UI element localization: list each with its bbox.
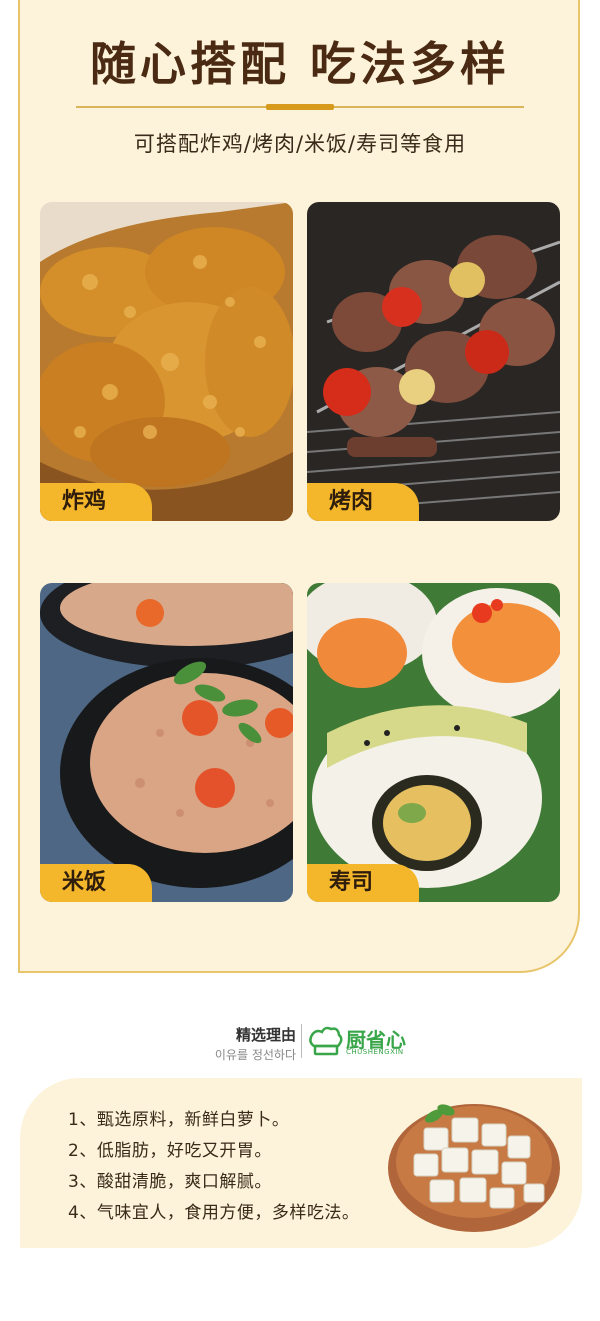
reason-item: 3、酸甜清脆，爽口解腻。 xyxy=(68,1172,272,1192)
food-tag-sushi: 寿司 xyxy=(307,864,419,902)
food-card-fried-chicken: 炸鸡 xyxy=(40,202,293,521)
bbq-skewers-photo xyxy=(307,202,560,521)
food-card-sushi: 寿司 xyxy=(307,583,560,902)
reason-item: 1、甄选原料，新鲜白萝卜。 xyxy=(68,1110,290,1130)
food-card-rice: 米饭 xyxy=(40,583,293,902)
chef-hat-logo-icon xyxy=(309,1026,343,1056)
section-label: 精选理由 xyxy=(235,1026,296,1044)
fried-chicken-photo xyxy=(40,202,293,521)
food-tag-rice: 米饭 xyxy=(40,864,152,902)
food-card-bbq: 烤肉 xyxy=(307,202,560,521)
food-tag-fried-chicken: 炸鸡 xyxy=(40,483,152,521)
food-tag-bbq: 烤肉 xyxy=(307,483,419,521)
brand-name-en: CHUSHENGXIN xyxy=(346,1048,404,1056)
reason-list: 1、甄选原料，新鲜白萝卜。 2、低脂肪，好吃又开胃。 3、酸甜清脆，爽口解腻。 … xyxy=(68,1106,359,1230)
title-divider-accent xyxy=(266,104,334,110)
brand-separator xyxy=(301,1024,302,1058)
sushi-rolls-photo xyxy=(307,583,560,902)
reason-item: 2、低脂肪，好吃又开胃。 xyxy=(68,1141,272,1161)
radish-bowl-photo xyxy=(388,1104,560,1232)
page-subtitle: 可搭配炸鸡/烤肉/米饭/寿司等食用 xyxy=(133,132,467,156)
page-title: 随心搭配 吃法多样 xyxy=(89,37,510,91)
section-sublabel: 이유를 정선하다 xyxy=(214,1048,296,1062)
fried-rice-photo xyxy=(40,583,293,902)
reason-item: 4、气味宜人，食用方便，多样吃法。 xyxy=(68,1203,360,1223)
